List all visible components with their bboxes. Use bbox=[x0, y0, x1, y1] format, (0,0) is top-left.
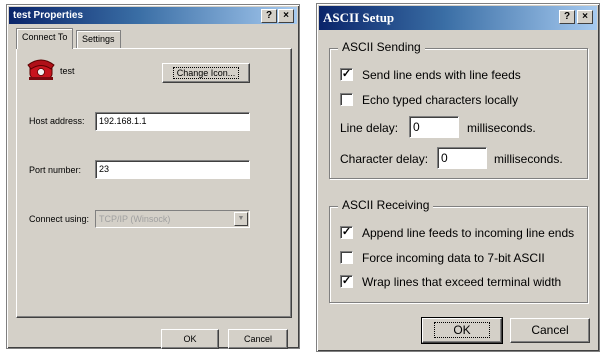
echo-typed-label: Echo typed characters locally bbox=[362, 93, 519, 107]
port-number-input[interactable]: 23 bbox=[95, 160, 250, 179]
host-address-input[interactable]: 192.168.1.1 bbox=[95, 112, 250, 131]
checkbox-box[interactable]: ✓ bbox=[340, 226, 353, 239]
char-delay-unit: milliseconds. bbox=[494, 152, 563, 166]
help-button[interactable]: ? bbox=[559, 10, 575, 24]
connect-to-panel: test Change Icon... Host address: 192.16… bbox=[16, 48, 292, 318]
title-bar: test Properties ? × bbox=[9, 7, 297, 24]
port-number-label: Port number: bbox=[29, 165, 82, 175]
ascii-setup-dialog: ASCII Setup ? × ASCII Sending ✓ Send lin… bbox=[316, 3, 600, 352]
checkbox-box[interactable] bbox=[340, 93, 353, 106]
append-line-feeds-label: Append line feeds to incoming line ends bbox=[362, 226, 575, 240]
line-delay-input[interactable]: 0 bbox=[409, 116, 459, 138]
help-button[interactable]: ? bbox=[261, 9, 277, 23]
ok-button[interactable]: OK bbox=[161, 329, 219, 349]
line-delay-label: Line delay: bbox=[340, 121, 399, 135]
ascii-receiving-legend: ASCII Receiving bbox=[338, 198, 434, 212]
ascii-receiving-group: ASCII Receiving ✓ Append line feeds to i… bbox=[329, 198, 588, 303]
char-delay-input[interactable]: 0 bbox=[437, 147, 487, 169]
cancel-button[interactable]: Cancel bbox=[228, 329, 288, 349]
connect-using-label: Connect using: bbox=[29, 214, 90, 224]
tab-connect-to[interactable]: Connect To bbox=[16, 28, 74, 49]
checkbox-box[interactable]: ✓ bbox=[340, 68, 353, 81]
checkbox-box[interactable] bbox=[340, 251, 353, 264]
connect-using-value: TCP/IP (Winsock) bbox=[99, 214, 171, 224]
ascii-sending-group: ASCII Sending ✓ Send line ends with line… bbox=[329, 40, 588, 179]
title-bar: ASCII Setup ? × bbox=[319, 6, 597, 30]
connect-using-select: TCP/IP (Winsock) ▼ bbox=[95, 210, 250, 228]
cancel-button[interactable]: Cancel bbox=[510, 318, 590, 343]
change-icon-button[interactable]: Change Icon... bbox=[162, 63, 250, 83]
test-properties-dialog: test Properties ? × Connect To Settings … bbox=[6, 4, 300, 349]
send-line-ends-label: Send line ends with line feeds bbox=[362, 68, 521, 82]
tab-settings[interactable]: Settings bbox=[76, 30, 121, 48]
host-address-label: Host address: bbox=[29, 116, 85, 126]
close-button[interactable]: × bbox=[278, 9, 294, 23]
phone-icon bbox=[27, 59, 55, 80]
close-button[interactable]: × bbox=[577, 10, 593, 24]
line-delay-unit: milliseconds. bbox=[467, 121, 536, 135]
chevron-down-icon: ▼ bbox=[234, 212, 248, 226]
ascii-sending-legend: ASCII Sending bbox=[338, 40, 425, 54]
dialog-title: test Properties bbox=[13, 10, 84, 21]
checkbox-box[interactable]: ✓ bbox=[340, 275, 353, 288]
char-delay-label: Character delay: bbox=[340, 152, 429, 166]
ok-button[interactable]: OK bbox=[421, 317, 503, 344]
force-7bit-label: Force incoming data to 7-bit ASCII bbox=[362, 251, 545, 265]
dialog-title: ASCII Setup bbox=[323, 10, 395, 25]
wrap-lines-label: Wrap lines that exceed terminal width bbox=[362, 275, 562, 289]
connection-name: test bbox=[60, 66, 75, 76]
